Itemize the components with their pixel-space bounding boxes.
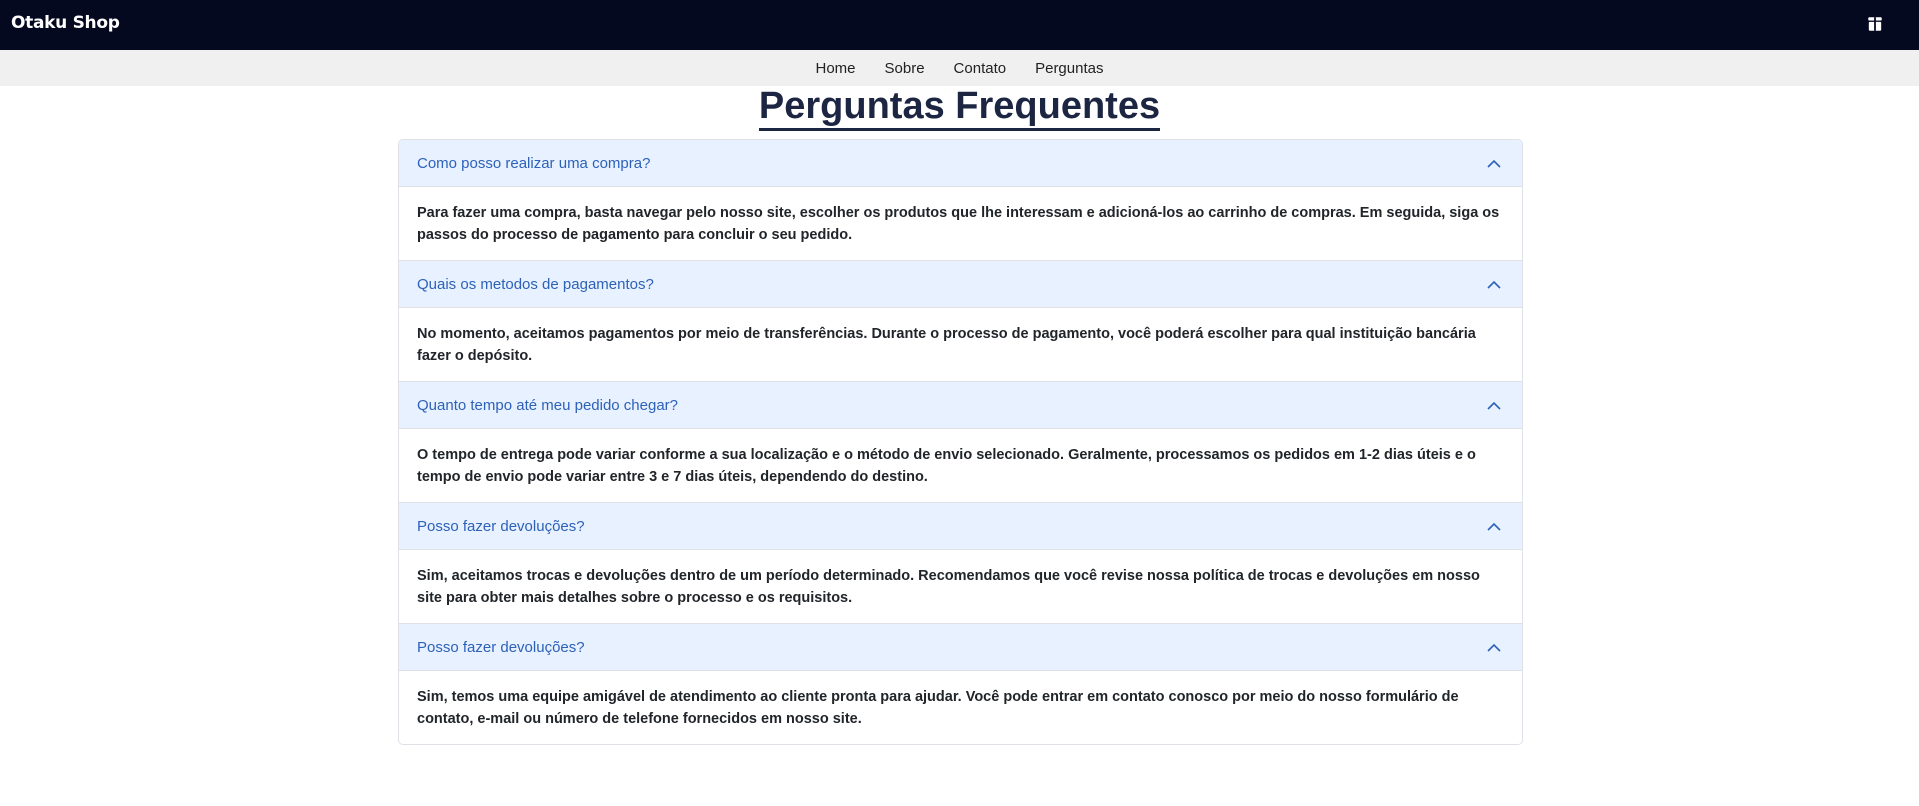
nav-links: Home Sobre Contato Perguntas <box>0 50 1919 86</box>
chevron-up-icon <box>1487 522 1501 531</box>
faq-question: Posso fazer devoluções? <box>417 518 585 535</box>
faq-answer: No momento, aceitamos pagamentos por mei… <box>417 326 1476 364</box>
faq-answer: Sim, temos uma equipe amigável de atendi… <box>417 689 1459 727</box>
chevron-up-icon <box>1487 401 1501 410</box>
faq-question-button[interactable]: Quanto tempo até meu pedido chegar? <box>399 382 1522 429</box>
nav-link-sobre[interactable]: Sobre <box>885 60 925 77</box>
faq-answer: Sim, aceitamos trocas e devoluções dentr… <box>417 568 1480 606</box>
faq-accordion: Como posso realizar uma compra? Para faz… <box>398 139 1523 745</box>
page-title: Perguntas Frequentes <box>758 84 1161 131</box>
brand-logo[interactable]: Otaku Shop <box>11 13 120 33</box>
nav-link-contato[interactable]: Contato <box>954 60 1007 77</box>
faq-question: Quais os metodos de pagamentos? <box>417 276 654 293</box>
faq-item: Como posso realizar uma compra? Para faz… <box>399 140 1522 260</box>
chevron-up-icon <box>1487 159 1501 168</box>
faq-question-button[interactable]: Posso fazer devoluções? <box>399 624 1522 671</box>
chevron-up-icon <box>1487 280 1501 289</box>
faq-answer: O tempo de entrega pode variar conforme … <box>417 447 1476 485</box>
cart-icon[interactable] <box>1866 15 1884 33</box>
faq-item: Quais os metodos de pagamentos? No momen… <box>399 260 1522 381</box>
faq-question: Como posso realizar uma compra? <box>417 155 651 172</box>
nav-link-perguntas[interactable]: Perguntas <box>1035 60 1103 77</box>
faq-question: Posso fazer devoluções? <box>417 639 585 656</box>
page-title-wrap: Perguntas Frequentes <box>0 84 1919 131</box>
faq-question-button[interactable]: Quais os metodos de pagamentos? <box>399 261 1522 308</box>
main-nav: Home Sobre Contato Perguntas <box>0 50 1919 86</box>
faq-answer: Para fazer uma compra, basta navegar pel… <box>417 205 1500 243</box>
faq-question: Quanto tempo até meu pedido chegar? <box>417 397 679 414</box>
faq-question-button[interactable]: Como posso realizar uma compra? <box>399 140 1522 187</box>
chevron-up-icon <box>1487 643 1501 652</box>
faq-question-button[interactable]: Posso fazer devoluções? <box>399 503 1522 550</box>
nav-link-home[interactable]: Home <box>816 60 856 77</box>
faq-item: Quanto tempo até meu pedido chegar? O te… <box>399 381 1522 502</box>
faq-item: Posso fazer devoluções? Sim, temos uma e… <box>399 623 1522 744</box>
top-bar: Otaku Shop <box>0 0 1919 50</box>
faq-item: Posso fazer devoluções? Sim, aceitamos t… <box>399 502 1522 623</box>
